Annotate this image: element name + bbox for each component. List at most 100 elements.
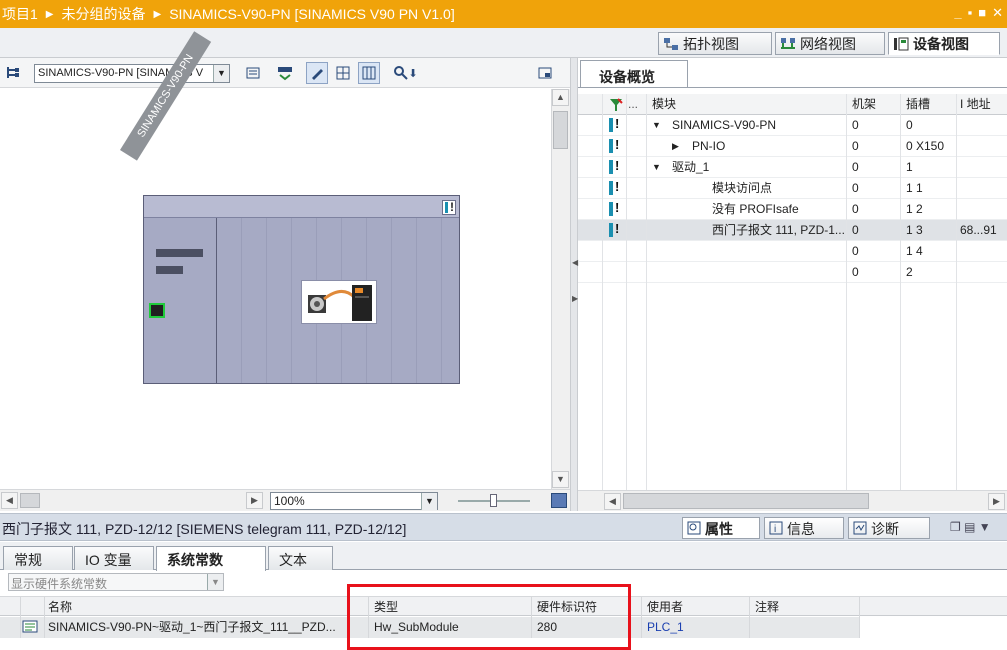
rack-value: 0: [852, 265, 859, 279]
breadcrumb-separator-icon: ▶: [153, 8, 162, 20]
rack-value: 0: [852, 223, 859, 237]
tab-io-tags[interactable]: IO 变量: [74, 546, 154, 570]
slot-value: 1 1: [906, 181, 923, 195]
chevron-down-icon[interactable]: ▼: [421, 493, 437, 510]
overview-navigator-icon[interactable]: [551, 493, 567, 508]
slot-value: 0 X150: [906, 139, 945, 153]
table-row[interactable]: ! 西门子报文 111, PZD-1... 0 1 3 68...91: [578, 220, 1007, 241]
device-select[interactable]: SINAMICS-V90-PN [SINAMICS V ▼: [34, 64, 230, 83]
table-row[interactable]: ! ▼ 驱动_1 0 1: [578, 157, 1007, 178]
expand-down-icon[interactable]: ▼: [652, 157, 666, 178]
panel-layout-icon[interactable]: [534, 62, 556, 84]
filter-icon[interactable]: [608, 94, 624, 115]
columns-icon[interactable]: [358, 62, 380, 84]
device-tree-icon[interactable]: [2, 62, 24, 84]
scroll-thumb[interactable]: [623, 493, 869, 509]
scroll-thumb[interactable]: [553, 111, 568, 149]
zoom-select[interactable]: 100% ▼: [270, 492, 438, 510]
expand-right-icon[interactable]: ▶: [672, 136, 686, 157]
slot-value: 1 2: [906, 202, 923, 216]
tab-diagnostics[interactable]: 诊断: [848, 517, 930, 539]
show-names-icon[interactable]: [274, 62, 296, 84]
tab-device-view[interactable]: 设备视图: [888, 32, 1000, 55]
table-row[interactable]: 02: [578, 262, 1007, 283]
tab-device-overview[interactable]: 设备概览: [580, 60, 688, 88]
diagnostic-status-icon: !: [442, 200, 456, 215]
slot-value: 1 4: [906, 244, 923, 258]
view-tab-bar: 拓扑视图 网络视图 设备视图: [0, 28, 1007, 58]
panel-menu-icon[interactable]: ❐ ▤ ▼: [950, 520, 991, 534]
device-rack[interactable]: !: [143, 195, 460, 384]
edit-mode-icon[interactable]: [306, 62, 328, 84]
chevron-down-icon[interactable]: ▼: [207, 574, 223, 590]
slot-value: 2: [906, 265, 913, 279]
svg-text:i: i: [774, 524, 776, 535]
breadcrumb-group[interactable]: 未分组的设备: [62, 4, 146, 24]
zoom-dropdown-icon[interactable]: ⬇: [406, 62, 420, 84]
zoom-value: 100%: [274, 494, 305, 508]
network-icon: [780, 37, 796, 51]
constants-filter-select[interactable]: 显示硬件系统常数 ▼: [8, 573, 224, 591]
tab-info[interactable]: i 信息: [764, 517, 844, 539]
table-row[interactable]: ! 模块访问点 0 1 1: [578, 178, 1007, 199]
table-row[interactable]: ! ▶ PN-IO 0 0 X150: [578, 136, 1007, 157]
column-menu-icon[interactable]: ...: [628, 94, 642, 115]
scroll-thumb[interactable]: [20, 493, 40, 508]
filter-value: 显示硬件系统常数: [11, 577, 108, 591]
column-header-i-address[interactable]: I 地址: [960, 94, 1006, 115]
diagnostic-warning-icon: !: [609, 158, 621, 174]
servo-drive-image[interactable]: [301, 280, 377, 324]
tab-label: 网络视图: [800, 35, 856, 52]
tab-network-view[interactable]: 网络视图: [775, 32, 885, 55]
close-icon[interactable]: ✕: [992, 5, 1003, 21]
diagnostic-warning-icon: !: [609, 116, 621, 132]
rack-header: !: [144, 196, 459, 218]
used-by-link[interactable]: PLC_1: [647, 617, 747, 637]
breadcrumb-device[interactable]: SINAMICS-V90-PN [SINAMICS V90 PN V1.0]: [169, 6, 455, 22]
column-header-rack[interactable]: 机架: [852, 94, 902, 115]
topology-icon: [663, 37, 679, 51]
module-name: 西门子报文 111, PZD-1...: [712, 223, 845, 237]
rack-icon[interactable]: [242, 62, 264, 84]
scroll-up-icon[interactable]: ▲: [552, 89, 569, 106]
scroll-down-icon[interactable]: ▼: [552, 471, 569, 488]
chevron-down-icon[interactable]: ▼: [213, 65, 229, 82]
breadcrumb-project[interactable]: 项目1: [2, 4, 38, 24]
scroll-left-icon[interactable]: ◀: [1, 492, 18, 509]
table-row[interactable]: ! ▼ SINAMICS-V90-PN 0 0: [578, 115, 1007, 136]
inspector-title-bar: 西门子报文 111, PZD-12/12 [SIEMENS telegram 1…: [0, 513, 1007, 541]
column-header-used-by[interactable]: 使用者: [647, 597, 747, 617]
tab-system-constants[interactable]: 系统常数: [156, 546, 266, 571]
module-name: SINAMICS-V90-PN: [672, 118, 777, 132]
grid-icon[interactable]: [332, 62, 354, 84]
restore-icon[interactable]: ▪: [968, 5, 973, 21]
ethernet-port-icon[interactable]: [149, 303, 165, 318]
column-header-name[interactable]: 名称: [48, 597, 328, 617]
rack-value: 0: [852, 202, 859, 216]
canvas-vertical-scrollbar[interactable]: ▲ ▼: [551, 89, 570, 489]
tab-texts[interactable]: 文本: [268, 546, 333, 570]
column-header-comment[interactable]: 注释: [755, 597, 855, 617]
window-controls: _ ▪ ■ ✕: [954, 5, 1003, 21]
rack-value: 0: [852, 160, 859, 174]
scroll-left-icon[interactable]: ◀: [604, 493, 621, 510]
zoom-slider-handle[interactable]: [490, 494, 497, 507]
constant-name: SINAMICS-V90-PN~驱动_1~西门子报文_111__PZD...: [48, 620, 336, 634]
panel-splitter[interactable]: ◀ ▶: [570, 58, 578, 511]
tab-topology-view[interactable]: 拓扑视图: [658, 32, 772, 55]
tab-general[interactable]: 常规: [3, 546, 73, 570]
scroll-right-icon[interactable]: ▶: [246, 492, 263, 509]
expand-down-icon[interactable]: ▼: [652, 115, 666, 136]
maximize-icon[interactable]: ■: [978, 5, 986, 21]
tab-label: 设备视图: [913, 35, 969, 52]
device-view-toolbar: SINAMICS-V90-PN [SINAMICS V ▼ ⬇: [0, 58, 570, 88]
table-row[interactable]: ! 没有 PROFIsafe 0 1 2: [578, 199, 1007, 220]
tab-properties[interactable]: 属性: [682, 517, 760, 539]
column-header-module[interactable]: 模块: [652, 94, 842, 115]
minimize-icon[interactable]: _: [954, 5, 961, 21]
constant-comment[interactable]: [755, 617, 855, 637]
scroll-right-icon[interactable]: ▶: [988, 493, 1005, 510]
table-row[interactable]: 0 1 4: [578, 241, 1007, 262]
column-header-slot[interactable]: 插槽: [906, 94, 956, 115]
overview-bottom-scrollbar[interactable]: ◀ ▶: [578, 490, 1007, 511]
